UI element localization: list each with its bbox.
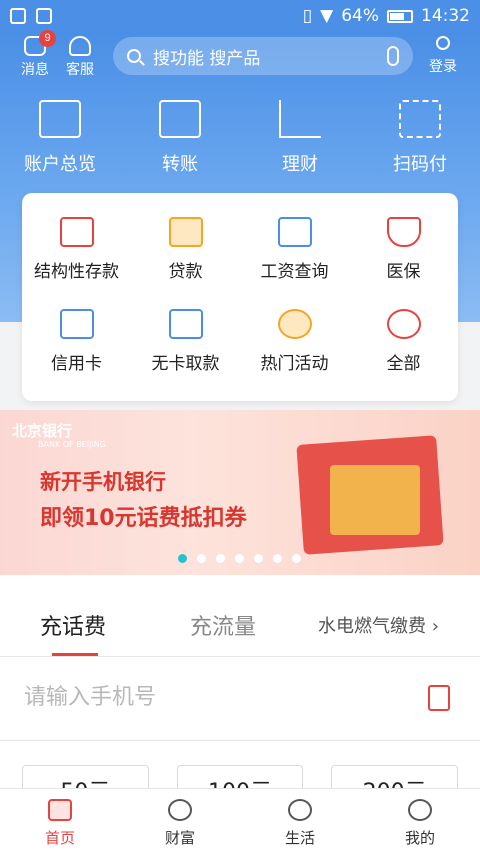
salary-icon: [277, 217, 312, 247]
recharge-tabs: 充话费 充流量 水电燃气缴费 ›: [0, 575, 480, 657]
phone-row: [0, 657, 480, 741]
tab-utilities-label: 水电燃气缴费: [318, 616, 426, 637]
messages-label: 消息: [21, 62, 49, 78]
cardless-withdraw-icon: [168, 309, 203, 339]
carousel-dot[interactable]: [254, 554, 263, 563]
service-label: 工资查询: [260, 262, 329, 282]
scan-pay-button[interactable]: 扫码付: [365, 100, 475, 176]
service-salary[interactable]: 工资查询: [240, 213, 349, 305]
nav-life[interactable]: 生活: [240, 789, 360, 854]
tab-phone-bill[interactable]: 充话费: [40, 609, 106, 641]
wifi-icon: ▼: [320, 6, 334, 26]
scan-pay-label: 扫码付: [393, 154, 447, 175]
voucher-image: [330, 465, 420, 535]
lock-icon: [36, 8, 52, 24]
chart-icon: [279, 100, 321, 138]
clock: 14:32: [421, 6, 470, 26]
service-label: 结构性存款: [34, 262, 119, 282]
tab-data[interactable]: 充流量: [190, 609, 256, 641]
notification-icon: [10, 8, 26, 24]
person-icon: [436, 36, 450, 50]
account-overview-label: 账户总览: [24, 154, 96, 175]
service-cardless-withdraw[interactable]: 无卡取款: [131, 305, 240, 397]
tab-utilities[interactable]: 水电燃气缴费 ›: [318, 612, 439, 638]
battery-icon: [387, 9, 413, 23]
bank-logo: 北京银行: [12, 422, 73, 440]
active-tab-indicator: [52, 653, 98, 656]
scan-icon: [399, 100, 441, 138]
shield-icon: [386, 217, 421, 247]
carousel-dot[interactable]: [197, 554, 206, 563]
carousel-dot[interactable]: [235, 554, 244, 563]
service-structured-deposit[interactable]: 结构性存款: [22, 213, 131, 305]
carousel-dots: [0, 554, 480, 563]
credit-card-icon: [59, 309, 94, 339]
search-bar[interactable]: 搜功能 搜产品: [113, 37, 413, 75]
nav-label: 我的: [404, 829, 435, 847]
service-label: 热门活动: [260, 354, 329, 374]
account-overview-button[interactable]: 账户总览: [5, 100, 115, 176]
banner-line1: 新开手机银行: [40, 470, 166, 494]
wealth-button[interactable]: 理财: [245, 100, 355, 176]
headset-icon: [69, 36, 91, 56]
account-card-icon: [39, 100, 81, 138]
service-all[interactable]: 全部: [349, 305, 458, 397]
nav-mine[interactable]: 我的: [360, 789, 480, 854]
banner-line2: 即领10元话费抵扣券: [40, 506, 247, 531]
nav-label: 生活: [284, 829, 315, 847]
transfer-button[interactable]: 转账: [125, 100, 235, 176]
message-icon: 9: [24, 30, 56, 56]
search-icon: [127, 49, 141, 63]
battery-percent: 64%: [341, 6, 379, 26]
service-loan[interactable]: 贷款: [131, 213, 240, 305]
transfer-icon: [159, 100, 201, 138]
nav-wealth[interactable]: 财富: [120, 789, 240, 854]
nav-home[interactable]: 首页: [0, 789, 120, 854]
status-bar: ▯ ▼ 64% 14:32: [0, 0, 480, 32]
nav-label: 财富: [164, 829, 195, 847]
vibrate-icon: ▯: [302, 6, 313, 26]
home-icon: [48, 799, 72, 821]
service-credit-card[interactable]: 信用卡: [22, 305, 131, 397]
contacts-icon[interactable]: [428, 685, 450, 711]
chevron-right-icon: ›: [431, 616, 439, 637]
phone-number-input[interactable]: [24, 677, 404, 717]
service-label: 客服: [66, 62, 94, 78]
star-icon: [277, 309, 312, 339]
recharge-section: 充话费 充流量 水电燃气缴费 › 50元 100元 200元: [0, 575, 480, 805]
promo-banner[interactable]: 北京银行 BANK OF BEIJING 新开手机银行 即领10元话费抵扣券: [0, 410, 480, 575]
structured-deposit-icon: [59, 217, 94, 247]
more-icon: [386, 309, 421, 339]
messages-button[interactable]: 9 消息: [10, 30, 60, 79]
main-functions: 账户总览 转账 理财 扫码付: [0, 100, 480, 176]
person-icon: [408, 799, 432, 821]
wealth-icon: [168, 799, 192, 821]
login-button[interactable]: 登录: [418, 36, 468, 76]
carousel-dot[interactable]: [273, 554, 282, 563]
service-button[interactable]: 客服: [55, 36, 105, 79]
service-label: 无卡取款: [151, 354, 220, 374]
service-hot-activities[interactable]: 热门活动: [240, 305, 349, 397]
search-placeholder: 搜功能 搜产品: [153, 48, 261, 69]
microphone-icon[interactable]: [387, 46, 399, 66]
service-label: 全部: [386, 354, 421, 374]
service-label: 信用卡: [51, 354, 102, 374]
bank-logo-english: BANK OF BEIJING: [38, 440, 106, 449]
wealth-label: 理财: [282, 154, 318, 175]
nav-label: 首页: [44, 829, 75, 847]
service-label: 贷款: [168, 262, 203, 282]
transfer-label: 转账: [162, 154, 198, 175]
services-card: 结构性存款 贷款 工资查询 医保 信用卡 无卡取款 热门活动 全部: [22, 193, 458, 401]
carousel-dot[interactable]: [178, 554, 187, 563]
life-icon: [288, 799, 312, 821]
loan-icon: [168, 217, 203, 247]
bottom-nav: 首页 财富 生活 我的: [0, 788, 480, 854]
service-label: 医保: [386, 262, 421, 282]
service-medical-insurance[interactable]: 医保: [349, 213, 458, 305]
message-badge: 9: [39, 30, 56, 47]
carousel-dot[interactable]: [216, 554, 225, 563]
carousel-dot[interactable]: [292, 554, 301, 563]
login-label: 登录: [429, 59, 457, 75]
